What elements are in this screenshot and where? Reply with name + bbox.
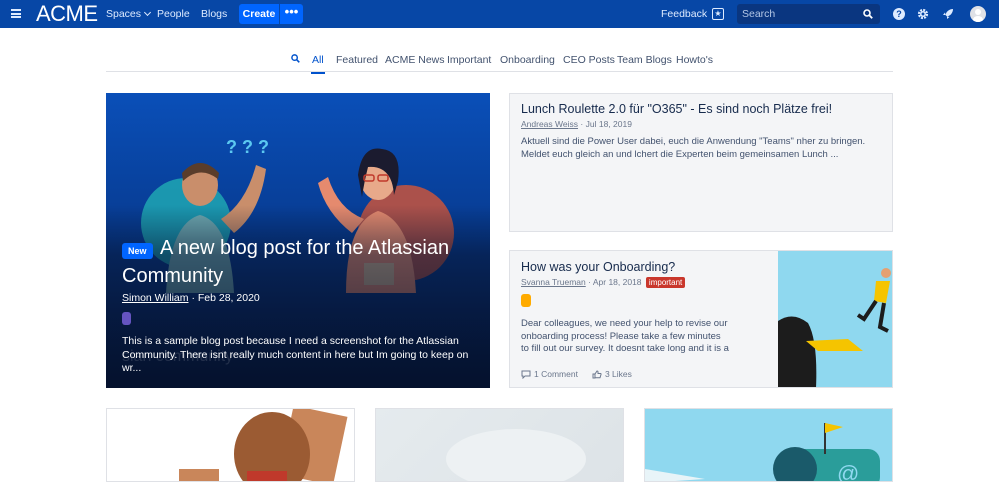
hero-author-link[interactable]: Simon William (122, 292, 189, 304)
new-badge: New (122, 243, 153, 259)
card-excerpt: Dear colleagues, we need your help to re… (521, 318, 729, 354)
card-actions: 1 Comment 3 Likes (521, 369, 632, 379)
category-color-tag (122, 312, 131, 325)
card-date: Jul 18, 2019 (585, 119, 632, 129)
search-box[interactable] (737, 4, 880, 24)
blog-card-lunch-roulette[interactable]: Lunch Roulette 2.0 für "O365" - Es sind … (509, 93, 893, 232)
comments-count: 1 Comment (534, 369, 578, 379)
star-icon[interactable]: ★ (712, 8, 724, 20)
hamburger-icon[interactable] (11, 9, 21, 18)
comment-icon (521, 370, 531, 379)
important-label[interactable]: important (645, 277, 686, 288)
nav-spaces-label: Spaces (106, 8, 142, 20)
card-author-link[interactable]: Svanna Trueman (521, 277, 586, 287)
feedback-link[interactable]: Feedback (661, 8, 707, 20)
card-date: Apr 18, 2018 (592, 277, 642, 287)
top-navigation: ACME Spaces People Blogs Create ••• Feed… (0, 0, 999, 28)
more-options-button[interactable]: ••• (280, 4, 303, 24)
search-icon[interactable] (863, 9, 873, 19)
card-thumbnail (179, 409, 348, 481)
card-meta: Andreas Weiss · Jul 18, 2019 (521, 119, 632, 129)
comments-link[interactable]: 1 Comment (521, 369, 578, 379)
gear-icon[interactable] (917, 8, 929, 20)
likes-link[interactable]: 3 Likes (592, 369, 632, 379)
tab-all[interactable]: All (311, 54, 325, 74)
meta-separator: · (580, 119, 584, 129)
blog-card-thumbnail[interactable] (106, 408, 355, 482)
search-input[interactable] (737, 4, 862, 24)
help-icon[interactable]: ? (893, 8, 905, 20)
blog-card-thumbnail[interactable] (375, 408, 624, 482)
card-title[interactable]: How was your Onboarding? (521, 260, 675, 274)
meta-separator: · (191, 292, 195, 304)
tab-ceo-posts[interactable]: CEO Posts (563, 54, 615, 66)
meta-separator: · (588, 277, 591, 287)
chevron-down-icon (143, 8, 152, 17)
hero-excerpt: This is a sample blog post because I nee… (122, 335, 469, 374)
nav-blogs[interactable]: Blogs (201, 8, 227, 20)
category-tabs: All Featured ACME News Important Onboard… (106, 48, 893, 74)
rocket-icon[interactable] (942, 8, 954, 20)
tab-important[interactable]: Important (447, 54, 491, 66)
avatar[interactable] (970, 6, 986, 22)
svg-text:@: @ (837, 461, 859, 482)
tab-onboarding[interactable]: Onboarding (500, 54, 555, 66)
card-meta: Svanna Trueman · Apr 18, 2018 important (521, 277, 686, 288)
card-title[interactable]: Lunch Roulette 2.0 für "O365" - Es sind … (521, 102, 832, 116)
nav-spaces[interactable]: Spaces (106, 8, 152, 20)
nav-people[interactable]: People (157, 8, 190, 20)
blog-card-onboarding[interactable]: How was your Onboarding? Svanna Trueman … (509, 250, 893, 388)
blog-card-thumbnail[interactable]: @ (644, 408, 893, 482)
card-author-link[interactable]: Andreas Weiss (521, 119, 578, 129)
card-thumbnail: @ (645, 423, 880, 482)
tab-howtos[interactable]: Howto's (676, 54, 713, 66)
logo[interactable]: ACME (36, 1, 98, 27)
likes-count: 3 Likes (604, 369, 632, 379)
hero-meta: Simon William · Feb 28, 2020 (122, 292, 260, 304)
featured-blog-card[interactable]: ? ? ? sian community A new blog post for… (106, 93, 490, 388)
tab-featured[interactable]: Featured (336, 54, 378, 66)
like-icon (592, 369, 602, 378)
card-thumbnail (778, 251, 892, 387)
card-thumbnail (446, 429, 586, 481)
hero-title[interactable]: A new blog post for the Atlassian Commun… (122, 234, 472, 290)
search-icon[interactable] (291, 54, 300, 63)
tab-team-blogs[interactable]: Team Blogs (617, 54, 672, 66)
category-color-tag (521, 294, 531, 307)
hero-date: Feb 28, 2020 (197, 292, 260, 304)
card-excerpt: Aktuell sind die Power User dabei, euch … (521, 136, 866, 160)
tab-acme-news[interactable]: ACME News (385, 54, 445, 66)
create-button[interactable]: Create (239, 4, 279, 24)
